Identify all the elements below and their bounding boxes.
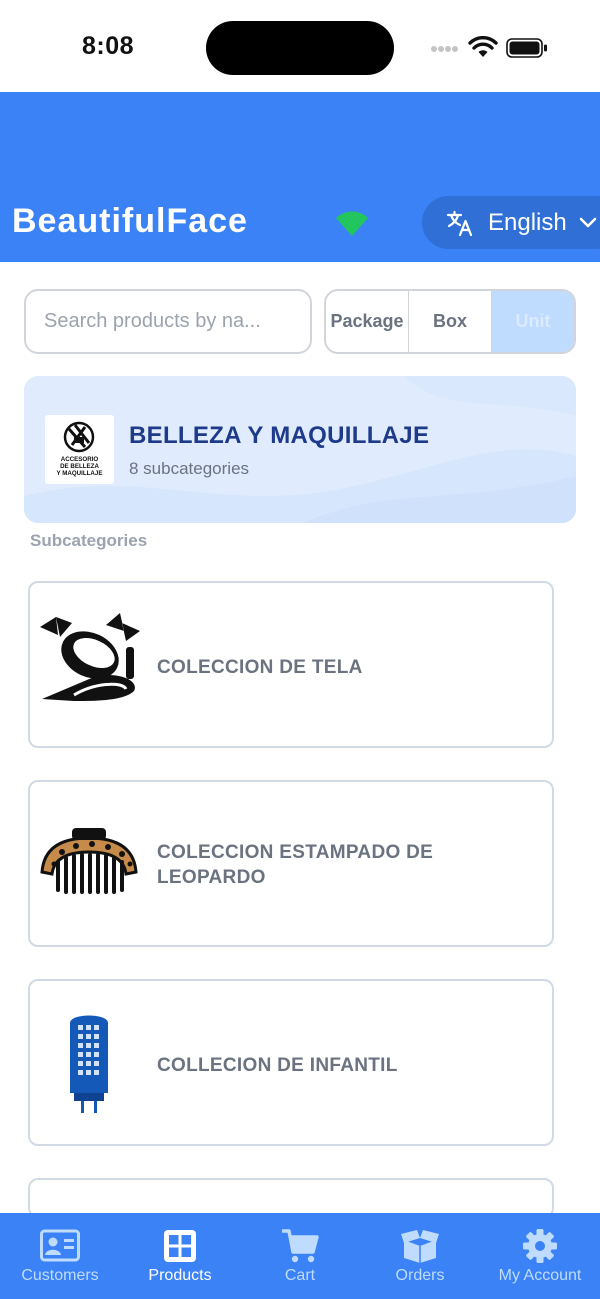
unit-option-unit[interactable]: Unit [492,291,574,352]
cellular-signal-icon [431,46,458,52]
nav-item-orders[interactable]: Orders [360,1213,480,1299]
translate-icon [446,210,473,236]
subcategory-name: COLLECION DE INFANTIL [157,1055,398,1076]
wifi-icon [468,36,498,57]
status-time: 8:08 [82,32,135,60]
nav-label: Products [148,1267,212,1284]
box-icon [401,1230,439,1263]
cart-icon [282,1229,319,1263]
section-label: Subcategories [30,531,148,550]
brand-title: BeautifulFace [12,202,248,240]
nav-item-customers[interactable]: Customers [0,1213,120,1299]
battery-icon [506,38,547,58]
nav-label: Customers [21,1267,99,1284]
bottom-navigation: Customers Products Cart Orders My Accoun… [0,1213,600,1299]
status-bar: 8:08 [0,0,600,92]
nav-label: Cart [284,1267,316,1284]
grid-icon [164,1230,196,1262]
unit-option-box[interactable]: Box [409,291,492,352]
gear-icon [523,1229,557,1263]
subcategory-name: COLECCION DE TELA [157,657,363,678]
subcategory-card[interactable] [28,1178,554,1218]
subcategory-card[interactable]: COLECCION DE TELA [28,581,554,748]
nav-item-cart[interactable]: Cart [240,1213,360,1299]
subcategory-card[interactable]: COLLECION DE INFANTIL [28,979,554,1146]
subcategory-card[interactable]: COLECCION ESTAMPADO DE LEOPARDO [28,780,554,947]
svg-text:Y MAQUILLAJE: Y MAQUILLAJE [57,470,103,477]
dynamic-island [206,21,394,75]
language-label: English [488,208,567,236]
search-field[interactable] [24,289,312,354]
svg-text:DE BELLEZA: DE BELLEZA [60,463,99,470]
nav-label: Orders [395,1267,445,1284]
blue-device-icon [70,1015,108,1113]
subcategory-name: COLECCION ESTAMPADO DE LEOPARDO [157,842,434,888]
online-status-icon [336,211,368,236]
bow-hair-accessories-icon [40,613,140,701]
category-title: BELLEZA Y MAQUILLAJE [129,422,430,449]
subcategory-count: 8 subcategories [129,459,250,478]
unit-toggle[interactable]: Package Box Unit [324,289,576,354]
unit-option-package[interactable]: Package [326,291,409,352]
nav-item-products[interactable]: Products [120,1213,240,1299]
app-header: BeautifulFace English [0,92,600,262]
svg-text:ACCESORIO: ACCESORIO [61,456,99,463]
chevron-down-icon [579,217,597,227]
makeup-brushes-icon: ACCESORIO DE BELLEZA Y MAQUILLAJE [57,421,103,477]
leopard-claw-clip-icon [40,828,138,894]
search-input[interactable] [44,310,296,333]
category-card[interactable]: ACCESORIO DE BELLEZA Y MAQUILLAJE BELLEZ… [24,376,576,523]
language-selector[interactable]: English [422,196,600,249]
nav-item-my-account[interactable]: My Account [480,1213,600,1299]
nav-label: My Account [498,1267,582,1284]
contact-card-icon [40,1229,80,1262]
category-logo: ACCESORIO DE BELLEZA Y MAQUILLAJE [45,415,114,484]
